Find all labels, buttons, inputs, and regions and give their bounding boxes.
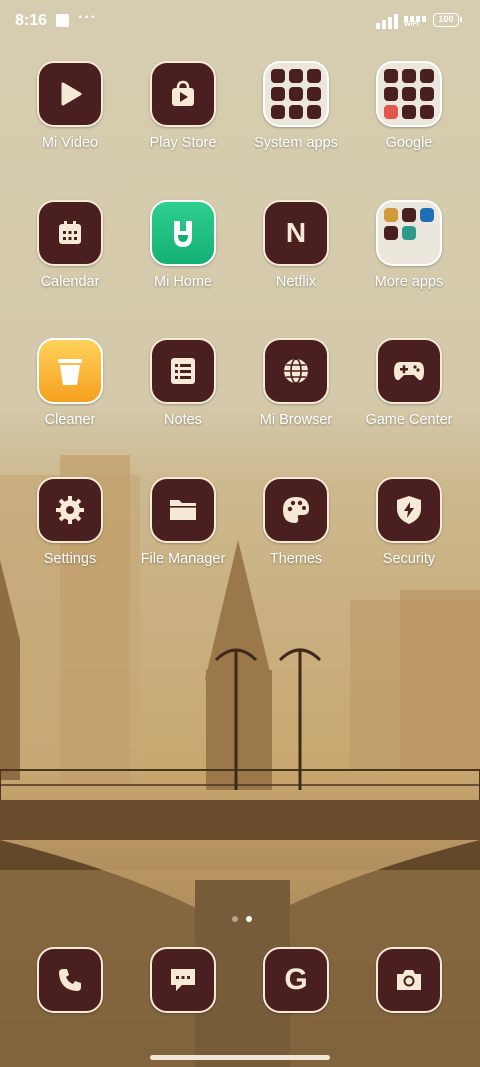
calendar-icon bbox=[37, 200, 103, 266]
netflix-icon: N bbox=[263, 200, 329, 266]
wifi-label: WiFi bbox=[404, 21, 419, 28]
app-label: Calendar bbox=[40, 274, 100, 290]
dock-google[interactable]: G bbox=[240, 947, 352, 1013]
signal-icon bbox=[376, 14, 398, 29]
gear-icon bbox=[37, 477, 103, 543]
app-themes[interactable]: Themes bbox=[240, 477, 352, 567]
dock-camera[interactable] bbox=[353, 947, 465, 1013]
phone-icon bbox=[37, 947, 103, 1013]
app-label: Mi Home bbox=[153, 274, 212, 290]
app-play-store[interactable]: Play Store bbox=[127, 61, 239, 151]
app-cleaner[interactable]: Cleaner bbox=[14, 338, 126, 428]
app-label: Mi Video bbox=[41, 135, 99, 151]
google-glyph: G bbox=[284, 963, 308, 996]
netflix-glyph: N bbox=[285, 217, 307, 248]
folder-more-apps[interactable]: More apps bbox=[353, 200, 465, 290]
folder-icon bbox=[263, 61, 329, 127]
app-label: More apps bbox=[374, 274, 444, 290]
more-notifications-icon: ··· bbox=[78, 9, 97, 26]
app-mi-video[interactable]: Mi Video bbox=[14, 61, 126, 151]
app-label: Mi Browser bbox=[259, 412, 333, 428]
wifi-icon: WiFi bbox=[404, 11, 428, 31]
folder-google[interactable]: Google bbox=[353, 61, 465, 151]
folder-icon bbox=[376, 61, 442, 127]
app-netflix[interactable]: N Netflix bbox=[240, 200, 352, 290]
dock-messages[interactable] bbox=[127, 947, 239, 1013]
camera-icon bbox=[376, 947, 442, 1013]
play-icon bbox=[37, 61, 103, 127]
app-label: Cleaner bbox=[44, 412, 96, 428]
app-label: Game Center bbox=[365, 412, 453, 428]
battery-icon: 100 bbox=[433, 13, 462, 27]
app-mi-home[interactable]: Mi Home bbox=[127, 200, 239, 290]
shield-icon bbox=[376, 477, 442, 543]
dock-phone[interactable] bbox=[14, 947, 126, 1013]
app-game-center[interactable]: Game Center bbox=[353, 338, 465, 428]
app-calendar[interactable]: Calendar bbox=[14, 200, 126, 290]
trash-icon bbox=[37, 338, 103, 404]
folder-icon bbox=[376, 200, 442, 266]
google-icon: G bbox=[263, 947, 329, 1013]
app-label: Play Store bbox=[149, 135, 217, 151]
app-mi-browser[interactable]: Mi Browser bbox=[240, 338, 352, 428]
app-notes[interactable]: Notes bbox=[127, 338, 239, 428]
app-label: Notes bbox=[164, 412, 202, 428]
app-file-manager[interactable]: File Manager bbox=[127, 477, 239, 567]
app-label: Settings bbox=[43, 551, 97, 567]
globe-icon bbox=[263, 338, 329, 404]
page-indicator bbox=[228, 909, 256, 927]
gamepad-icon bbox=[376, 338, 442, 404]
folder-system-apps[interactable]: System apps bbox=[240, 61, 352, 151]
app-settings[interactable]: Settings bbox=[14, 477, 126, 567]
palette-icon bbox=[263, 477, 329, 543]
folder-open-icon bbox=[150, 477, 216, 543]
clock: 8:16 bbox=[15, 12, 48, 29]
mi-home-icon bbox=[150, 200, 216, 266]
app-label: System apps bbox=[254, 135, 338, 151]
app-label: Security bbox=[382, 551, 436, 567]
app-security[interactable]: Security bbox=[353, 477, 465, 567]
home-indicator[interactable] bbox=[150, 1055, 330, 1060]
app-label: Themes bbox=[269, 551, 323, 567]
messages-icon bbox=[150, 947, 216, 1013]
notification-icon bbox=[56, 14, 69, 27]
status-bar: 8:16 ··· WiFi 100 bbox=[0, 0, 480, 44]
app-label: Google bbox=[385, 135, 433, 151]
play-store-icon bbox=[150, 61, 216, 127]
app-label: File Manager bbox=[140, 551, 226, 567]
page-dot bbox=[232, 916, 238, 922]
page-dot-active bbox=[246, 916, 252, 922]
notes-icon bbox=[150, 338, 216, 404]
app-label: Netflix bbox=[275, 274, 317, 290]
